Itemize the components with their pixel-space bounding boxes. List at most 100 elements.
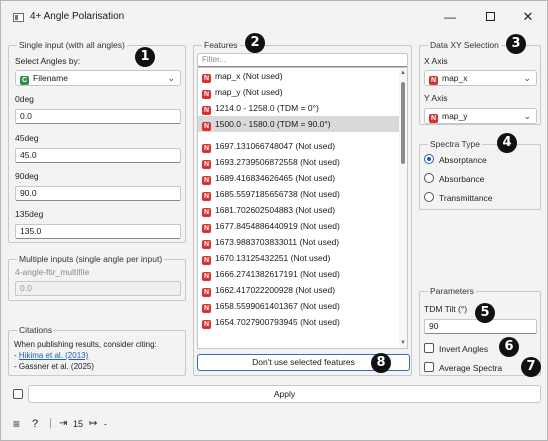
marker-6: 6 [499,337,519,357]
scroll-up-arrow-icon[interactable]: ▲ [399,69,407,77]
feature-item[interactable]: N 1662.417022200928 (Not used) [198,282,407,298]
multifile-name-label: 4-angle-ftir_multifile [15,267,90,277]
output-text: - [104,419,107,429]
numeric-variable-icon: N [202,176,211,185]
radio-transmittance-label: Transmittance [439,193,493,203]
feature-item-selected[interactable]: N 1500.0 - 1580.0 (TDM = 90.0°) [198,116,407,132]
angle-label-135: 135deg [15,209,44,219]
input-icon: ⇥ [59,418,68,429]
title-bar: 4+ Angle Polarisation — ✕ [1,1,547,31]
feature-item[interactable]: N 1697.131066748047 (Not used) [198,138,407,154]
multiple-inputs-title: Multiple inputs (single angle per input) [17,254,165,264]
chevron-down-icon: ⌄ [167,73,175,83]
close-button[interactable]: ✕ [513,7,543,27]
feature-label: 1654.7027900793945 (Not used) [215,317,340,327]
data-xy-title: Data XY Selection [428,40,501,50]
numeric-variable-icon: N [202,90,211,99]
marker-8: 8 [371,353,391,373]
invert-angles-checkbox[interactable] [424,343,434,353]
feature-item[interactable]: N 1689.416834626465 (Not used) [198,170,407,186]
feature-item[interactable]: N 1693.2739506872558 (Not used) [198,154,407,170]
x-axis-label: X Axis [424,56,448,66]
scroll-thumb[interactable] [401,82,405,164]
feature-item[interactable]: N 1673.9883703833011 (Not used) [198,234,407,250]
app-window: 4+ Angle Polarisation — ✕ Single input (… [0,0,548,441]
features-title: Features [202,40,240,50]
average-spectra-checkbox[interactable] [424,362,434,372]
feature-label: 1685.5597185656738 (Not used) [215,189,340,199]
feature-item[interactable]: N 1677.8454886440919 (Not used) [198,218,407,234]
feature-label: 1681.702602504883 (Not used) [215,205,336,215]
marker-1: 1 [135,47,155,67]
multifile-angle-field: 0.0 [15,281,181,296]
feature-label: map_y (Not used) [215,87,283,97]
feature-item[interactable]: N 1654.7027900793945 (Not used) [198,314,407,330]
numeric-variable-icon: N [202,320,211,329]
feature-label: 1666.2741382617191 (Not used) [215,269,340,279]
feature-item[interactable]: Nmap_y (Not used) [198,84,407,100]
citations-text: When publishing results, consider citing… [14,340,157,349]
radio-absorbance[interactable] [424,173,434,183]
average-spectra-label: Average Spectra [439,363,503,373]
angle-field-0[interactable]: 0.0 [15,109,181,124]
numeric-variable-icon: N [202,240,211,249]
angle-field-90[interactable]: 90.0 [15,186,181,201]
x-axis-value: map_x [442,73,468,83]
feature-label: 1658.5599061401367 (Not used) [215,301,340,311]
angle-field-45[interactable]: 45.0 [15,148,181,163]
help-icon[interactable]: ? [32,418,38,430]
feature-item[interactable]: N 1666.2741382617191 (Not used) [198,266,407,282]
menu-icon[interactable]: ≡ [13,417,20,431]
status-bar: ≡ ? | ⇥ 15 ↦ - [1,411,547,440]
feature-item[interactable]: N 1685.5597185656738 (Not used) [198,186,407,202]
minimize-button[interactable]: — [435,7,465,27]
y-axis-combo[interactable]: Nmap_y ⌄ [424,108,537,124]
tdm-tilt-label: TDM Tilt (°) [424,304,468,314]
numeric-variable-icon: N [202,74,211,83]
citation-link-hikima[interactable]: Hikima et al. (2013) [19,351,88,360]
numeric-variable-icon: N [202,208,211,217]
output-icon: ↦ [89,418,98,429]
citation-ref-2: - Gassner et al. (2025) [14,362,95,371]
auto-apply-checkbox[interactable] [13,389,23,399]
chevron-down-icon: ⌄ [523,73,531,83]
select-angles-value: Filename [33,73,68,83]
marker-4: 4 [497,133,517,153]
apply-button[interactable]: Apply [28,385,541,403]
feature-item[interactable]: N 1214.0 - 1258.0 (TDM = 0°) [198,100,407,116]
marker-5: 5 [475,303,495,323]
y-axis-value: map_y [442,111,468,121]
x-axis-combo[interactable]: Nmap_x ⌄ [424,70,537,86]
feature-item[interactable]: N 1658.5599061401367 (Not used) [198,298,407,314]
select-angles-combo[interactable]: C Filename ⌄ [15,70,181,86]
maximize-icon [485,12,495,21]
feature-label: 1670.13125432251 (Not used) [215,253,331,263]
numeric-variable-icon: N [202,192,211,201]
window-title: 4+ Angle Polarisation [30,11,125,22]
numeric-variable-icon: N [202,224,211,233]
features-scrollbar[interactable]: ▲ ▼ [399,68,407,348]
maximize-button[interactable] [475,7,505,27]
marker-7: 7 [521,357,541,377]
categorical-variable-icon: C [20,76,29,85]
invert-angles-label: Invert Angles [439,344,489,354]
angle-label-0: 0deg [15,94,34,104]
feature-label: 1697.131066748047 (Not used) [215,141,336,151]
citations-title: Citations [17,325,55,335]
radio-absorptance[interactable] [424,154,434,164]
features-filter-input[interactable]: Filter... [197,53,408,67]
radio-transmittance[interactable] [424,192,434,202]
status-divider: | [49,417,52,429]
filter-placeholder: Filter... [202,55,227,64]
select-angles-label: Select Angles by: [15,56,81,66]
angle-label-45: 45deg [15,133,39,143]
marker-3: 3 [506,34,526,54]
angle-field-135[interactable]: 135.0 [15,224,181,239]
numeric-variable-icon: N [202,160,211,169]
feature-item[interactable]: N 1681.702602504883 (Not used) [198,202,407,218]
features-list[interactable]: Nmap_x (Not used) Nmap_y (Not used) N 121… [197,67,408,349]
feature-item[interactable]: N 1670.13125432251 (Not used) [198,250,407,266]
scroll-down-arrow-icon[interactable]: ▼ [399,339,407,347]
feature-label: 1673.9883703833011 (Not used) [215,237,340,247]
feature-item[interactable]: Nmap_x (Not used) [198,68,407,84]
